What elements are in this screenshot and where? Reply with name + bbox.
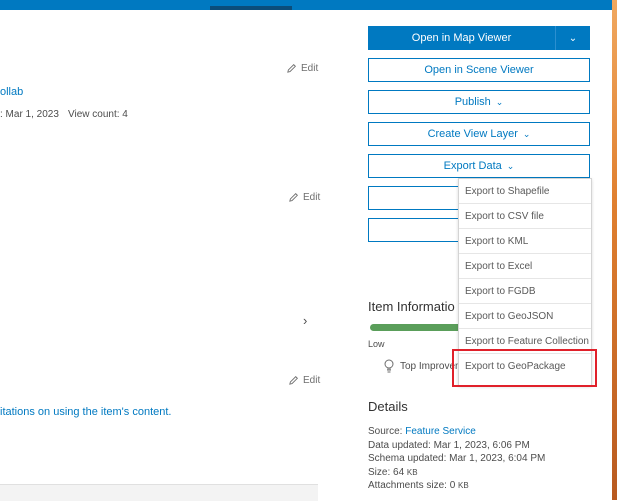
export-data-button[interactable]: Export Data ⌄ <box>368 154 590 178</box>
pencil-icon <box>289 376 298 385</box>
attachments-size-unit: KB <box>458 481 469 491</box>
edit-description-button[interactable]: Edit <box>288 192 320 203</box>
schema-updated: Schema updated: Mar 1, 2023, 6:04 PM <box>368 453 546 465</box>
publish-button[interactable]: Publish ⌄ <box>368 90 590 114</box>
export-excel-menu-item[interactable]: Export to Excel <box>459 254 591 279</box>
chevron-down-icon[interactable]: ⌄ <box>555 26 590 50</box>
edit-label: Edit <box>303 192 321 203</box>
open-in-scene-viewer-button[interactable]: Open in Scene Viewer <box>368 58 590 82</box>
export-shapefile-menu-item[interactable]: Export to Shapefile <box>459 179 591 204</box>
chevron-down-icon: ⌄ <box>495 96 504 107</box>
highlight-box <box>452 349 597 387</box>
details-title: Details <box>368 399 408 414</box>
size-label: Size: 64 <box>368 466 405 478</box>
edit-label: Edit <box>301 63 319 74</box>
edit-terms-button[interactable]: Edit <box>288 375 320 386</box>
details-size: Size: 64 KB <box>368 466 545 480</box>
publish-label: Publish <box>454 96 491 108</box>
details-source: Source: Feature Service <box>368 425 545 439</box>
edit-summary-button[interactable]: Edit <box>286 63 318 74</box>
edit-label: Edit <box>303 375 321 386</box>
source-label: Source: <box>368 426 403 437</box>
top-nav-bar <box>0 0 617 10</box>
content-panel-bottom <box>0 484 318 501</box>
view-count: View count: 4 <box>68 109 128 120</box>
details-attachments-size: Attachments size: 0 KB <box>368 479 545 493</box>
chevron-down-icon: ⌄ <box>506 160 515 171</box>
details-list: Source: Feature Service Data updated: Ma… <box>368 425 545 493</box>
item-information-progress-bar <box>370 324 458 331</box>
open-in-scene-viewer-label: Open in Scene Viewer <box>424 64 534 76</box>
chevron-down-icon: ⌄ <box>522 128 531 139</box>
open-in-map-viewer-button[interactable]: Open in Map Viewer ⌄ <box>368 26 590 50</box>
export-data-label: Export Data <box>443 160 502 172</box>
attachments-size-label: Attachments size: 0 <box>368 480 456 492</box>
pencil-icon <box>287 64 296 73</box>
export-kml-menu-item[interactable]: Export to KML <box>459 229 591 254</box>
lightbulb-icon <box>384 359 394 373</box>
chevron-right-icon[interactable]: › <box>303 313 307 328</box>
data-updated: Data updated: Mar 1, 2023, 6:06 PM <box>368 439 530 451</box>
pencil-icon <box>289 193 298 202</box>
item-information-title: Item Informatio <box>368 299 455 314</box>
export-geojson-menu-item[interactable]: Export to GeoJSON <box>459 304 591 329</box>
progress-level-label: Low <box>368 339 385 349</box>
create-view-layer-button[interactable]: Create View Layer ⌄ <box>368 122 590 146</box>
source-value-link[interactable]: Feature Service <box>405 426 476 437</box>
create-view-layer-label: Create View Layer <box>427 128 518 140</box>
window-edge <box>612 0 617 500</box>
owner-link[interactable]: ollab <box>0 86 23 98</box>
terms-of-use-text: itations on using the item's content. <box>0 406 172 418</box>
created-date: : Mar 1, 2023 <box>0 109 59 120</box>
active-tab-indicator <box>210 6 292 10</box>
open-in-map-viewer-label[interactable]: Open in Map Viewer <box>368 26 555 50</box>
export-fgdb-menu-item[interactable]: Export to FGDB <box>459 279 591 304</box>
export-csv-menu-item[interactable]: Export to CSV file <box>459 204 591 229</box>
size-unit: KB <box>406 467 418 477</box>
